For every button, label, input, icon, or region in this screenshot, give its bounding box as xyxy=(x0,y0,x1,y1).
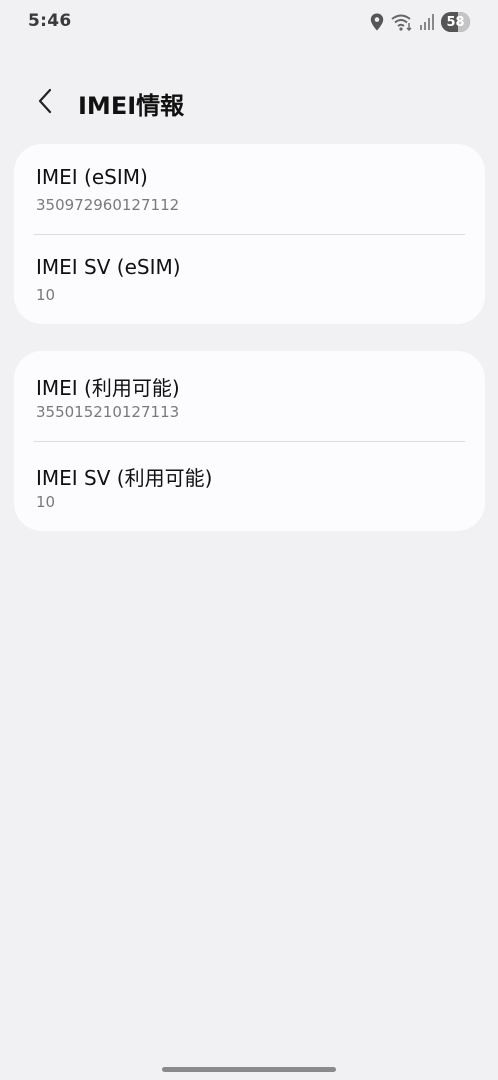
list-item-value: 10 xyxy=(36,286,56,304)
list-item-imei-sv-esim[interactable]: IMEI SV (eSIM) 10 xyxy=(14,234,485,324)
battery-icon: 58 xyxy=(441,12,470,32)
location-icon xyxy=(370,13,384,31)
imei-available-card: IMEI (利用可能) 355015210127113 IMEI SV (利用可… xyxy=(14,351,485,531)
wifi-icon xyxy=(391,13,413,31)
navigation-handle[interactable] xyxy=(162,1067,336,1072)
back-button[interactable] xyxy=(30,88,60,118)
list-item-imei-available[interactable]: IMEI (利用可能) 355015210127113 xyxy=(14,351,485,441)
status-bar: 5:46 58 xyxy=(0,0,498,44)
status-time: 5:46 xyxy=(28,11,72,31)
list-item-title: IMEI (利用可能) xyxy=(36,376,180,400)
status-icons: 58 xyxy=(370,12,470,32)
list-item-imei-esim[interactable]: IMEI (eSIM) 350972960127112 xyxy=(14,144,485,234)
imei-esim-card: IMEI (eSIM) 350972960127112 IMEI SV (eSI… xyxy=(14,144,485,324)
list-item-value: 10 xyxy=(36,493,56,511)
list-item-imei-sv-available[interactable]: IMEI SV (利用可能) 10 xyxy=(14,441,485,531)
screen: 5:46 58 IMEI情報 IMEI (eSIM) 3509729601271… xyxy=(0,0,498,1080)
list-item-title: IMEI SV (eSIM) xyxy=(36,255,181,279)
list-item-title: IMEI (eSIM) xyxy=(36,165,148,189)
back-arrow-icon xyxy=(37,88,53,118)
page-title: IMEI情報 xyxy=(78,92,185,120)
list-item-title: IMEI SV (利用可能) xyxy=(36,466,213,490)
list-item-value: 350972960127112 xyxy=(36,196,180,214)
battery-level: 58 xyxy=(446,14,465,30)
list-item-value: 355015210127113 xyxy=(36,403,180,421)
signal-icon xyxy=(420,14,434,30)
header: IMEI情報 xyxy=(0,78,498,126)
